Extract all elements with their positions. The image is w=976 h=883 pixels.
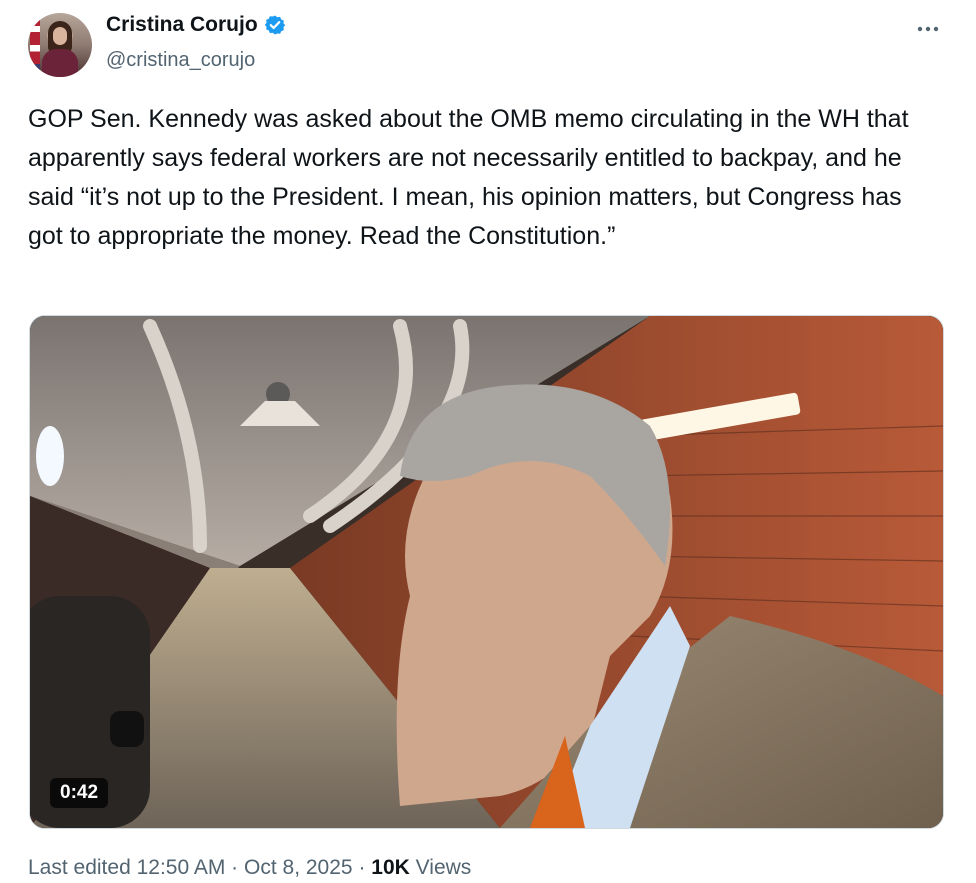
tweet-time: 12:50 AM <box>136 856 226 879</box>
video-thumbnail <box>30 316 943 828</box>
video-player[interactable]: 0:42 <box>29 315 944 829</box>
edited-label: Last edited <box>28 856 131 879</box>
more-horizontal-icon[interactable] <box>916 24 940 34</box>
verified-badge-icon <box>264 15 285 35</box>
video-duration-badge: 0:42 <box>50 778 109 808</box>
views-label: Views <box>415 856 472 879</box>
avatar[interactable] <box>28 13 92 77</box>
author-name-row: Cristina Corujo <box>106 13 286 37</box>
avatar-face <box>53 27 67 45</box>
meta-separator: · <box>231 856 239 879</box>
views-count: 10K <box>371 856 410 879</box>
tweet-text: GOP Sen. Kennedy was asked about the OMB… <box>28 105 909 250</box>
tweet-date: Oct 8, 2025 <box>244 856 353 879</box>
avatar-flag <box>30 13 40 77</box>
meta-separator: · <box>358 856 366 879</box>
tweet-meta: Last edited 12:50 AM · Oct 8, 2025 · 10K… <box>28 856 471 880</box>
author-display-name[interactable]: Cristina Corujo <box>106 13 258 37</box>
tweet-timestamp[interactable]: 12:50 AM · Oct 8, 2025 <box>137 856 353 879</box>
author-handle[interactable]: @cristina_corujo <box>106 49 255 72</box>
avatar-body <box>42 49 78 77</box>
